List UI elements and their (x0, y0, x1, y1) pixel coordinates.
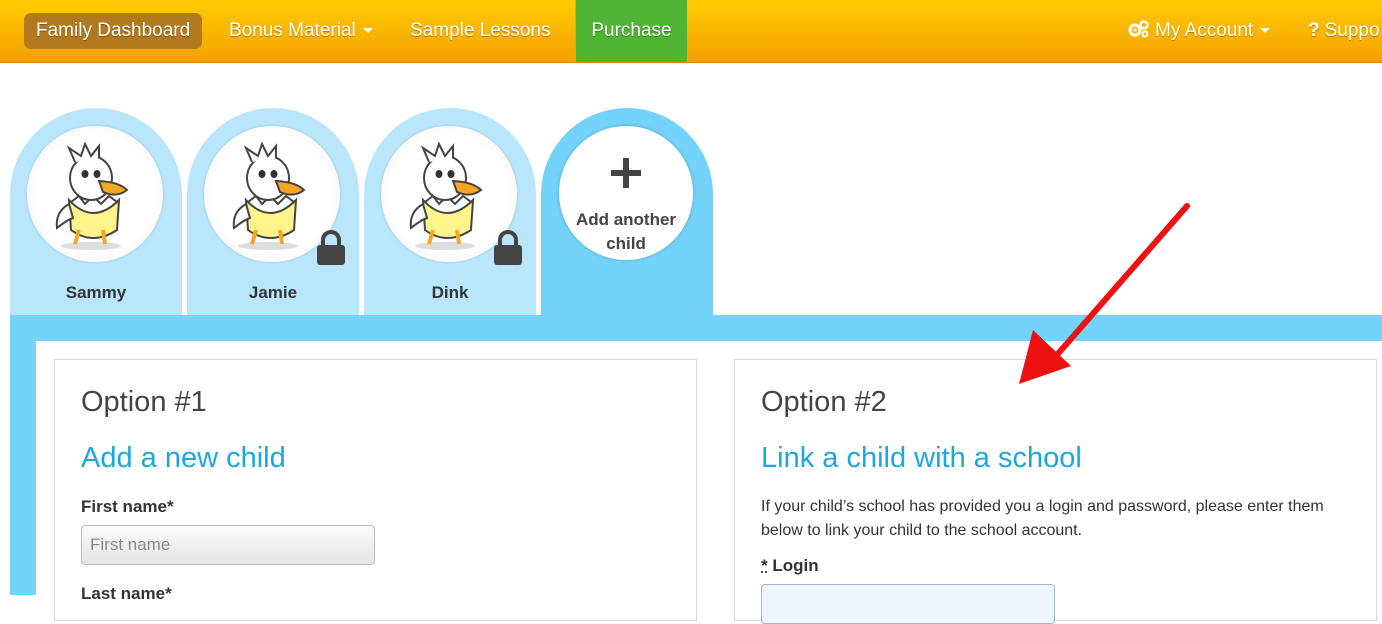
nav-bonus-material[interactable]: Bonus Material (229, 0, 373, 62)
child-name: Dink (431, 283, 469, 302)
nav-purchase[interactable]: Purchase (575, 0, 687, 62)
child-tab-dink[interactable]: Dink (364, 108, 536, 315)
nav-support[interactable]: ? Suppo (1308, 0, 1380, 62)
question-icon: ? (1308, 20, 1320, 41)
nav-my-account[interactable]: My Account (1128, 0, 1271, 62)
first-name-label: First name* (81, 497, 174, 516)
add-child-button[interactable]: Add another child (559, 126, 693, 260)
option-1-title: Option #1 (81, 386, 207, 418)
option-2-description: If your child’s school has provided you … (761, 498, 1324, 539)
child-name: Sammy (65, 283, 127, 302)
lock-icon (317, 230, 345, 265)
option-2-subtitle: Link a child with a school (761, 442, 1082, 474)
top-navbar: Family Dashboard Bonus Material Sample L… (0, 0, 1382, 63)
option-1-subtitle: Add a new child (81, 442, 286, 474)
add-child-label-line1: Add another (575, 210, 677, 229)
last-name-label: Last name* (81, 584, 172, 603)
option-1-box: Option #1 Add a new child First name* La… (54, 359, 697, 621)
nav-my-account-label: My Account (1155, 20, 1254, 41)
chevron-down-icon (362, 28, 373, 34)
add-child-label-line2: child (606, 234, 646, 253)
required-marker: * (761, 556, 768, 575)
child-tab-sammy[interactable]: Sammy (10, 108, 182, 315)
first-name-input[interactable] (81, 525, 375, 565)
add-child-label: Add another child (559, 208, 693, 256)
login-input[interactable] (761, 584, 1055, 624)
login-label-text: Login (772, 556, 819, 575)
nav-bonus-label: Bonus Material (229, 20, 356, 41)
option-2-box: Option #2 Link a child with a school If … (734, 359, 1377, 624)
nav-sample-lessons[interactable]: Sample Lessons (410, 0, 550, 62)
avatar (27, 126, 163, 262)
eagle-chick-icon (55, 141, 129, 250)
lock-icon (494, 230, 522, 265)
child-name: Jamie (248, 283, 298, 302)
nav-support-label: Suppo (1324, 20, 1380, 41)
login-label: * Login (761, 556, 819, 576)
gears-icon (1128, 20, 1149, 38)
child-tab-jamie[interactable]: Jamie (187, 108, 359, 315)
option-2-title: Option #2 (761, 386, 887, 418)
red-arrow-annotation (1019, 203, 1190, 384)
nav-family-dashboard[interactable]: Family Dashboard (24, 13, 203, 49)
plus-icon (611, 158, 641, 188)
add-child-tab[interactable]: Add another child (541, 108, 713, 328)
chevron-down-icon (1260, 28, 1271, 34)
